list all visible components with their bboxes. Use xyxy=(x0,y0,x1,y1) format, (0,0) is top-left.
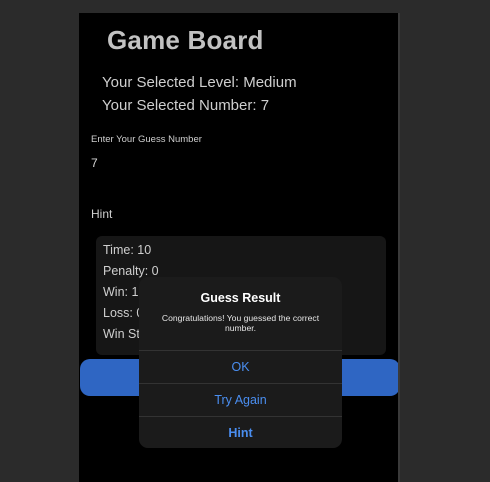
guess-input[interactable]: 7 xyxy=(91,156,98,170)
try-again-button[interactable]: Try Again xyxy=(139,383,342,416)
stat-time: Time: 10 xyxy=(103,243,152,257)
stat-win: Win: 1 xyxy=(103,285,139,299)
hint-button[interactable]: Hint xyxy=(139,416,342,448)
selected-number-text: Your Selected Number: 7 xyxy=(102,97,270,114)
dialog-title: Guess Result xyxy=(200,291,281,305)
hint-label: Hint xyxy=(91,207,113,221)
guess-result-dialog: Guess Result Congratulations! You guesse… xyxy=(139,277,342,448)
ok-button[interactable]: OK xyxy=(139,350,342,383)
guess-input-label: Enter Your Guess Number xyxy=(91,134,202,145)
page-title: Game Board xyxy=(107,25,264,55)
dialog-message: Congratulations! You guessed the correct… xyxy=(161,313,320,333)
stat-penalty: Penalty: 0 xyxy=(103,264,159,278)
stat-loss: Loss: 0 xyxy=(103,306,144,320)
window-edge xyxy=(398,13,400,482)
selected-level-text: Your Selected Level: Medium xyxy=(102,74,297,91)
